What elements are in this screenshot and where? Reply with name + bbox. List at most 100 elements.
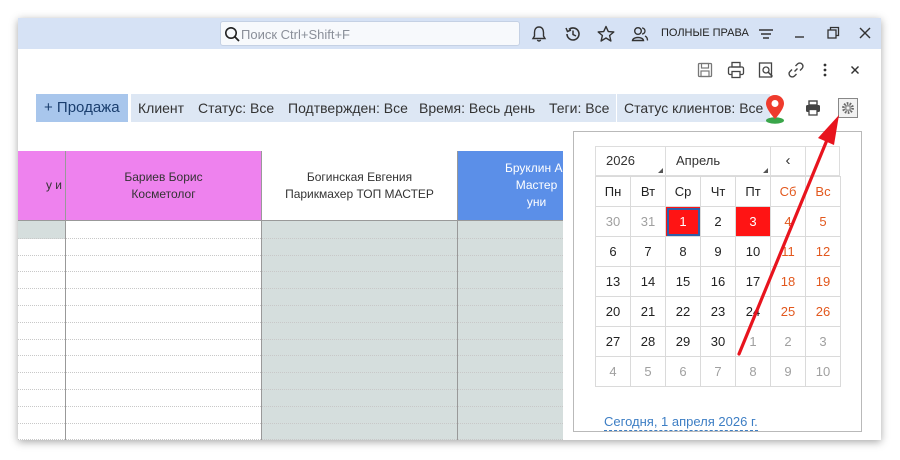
- calendar-day[interactable]: 16: [700, 266, 736, 297]
- calendar-day[interactable]: 5: [630, 356, 666, 387]
- calendar-day[interactable]: 26: [805, 296, 841, 327]
- calendar-day[interactable]: 27: [595, 326, 631, 357]
- grid-slot-line: [18, 389, 563, 390]
- weekday-label: Сб: [770, 176, 806, 207]
- confirmed-filter-button[interactable]: Подтвержден: Все: [281, 94, 415, 122]
- grid-slot-line: [18, 439, 563, 440]
- calendar-day[interactable]: 23: [700, 296, 736, 327]
- calendar-day[interactable]: 8: [735, 356, 771, 387]
- year-value: 2026: [606, 153, 635, 168]
- calendar-grid: Пн Вт Ср Чт Пт Сб Вс 30 31 1 2 3 4 5 6 7…: [595, 176, 841, 387]
- calendar-day[interactable]: 9: [700, 236, 736, 267]
- week-row: 13 14 15 16 17 18 19: [595, 266, 841, 297]
- calendar-panel: 2026 Апрель ‹ Пн Вт Ср Чт Пт Сб Вс 30 31…: [573, 131, 862, 432]
- calendar-day[interactable]: 20: [595, 296, 631, 327]
- calendar-day[interactable]: 30: [595, 206, 631, 237]
- week-row: 30 31 1 2 3 4 5: [595, 206, 841, 237]
- calendar-day[interactable]: 7: [630, 236, 666, 267]
- today-link[interactable]: Сегодня, 1 апреля 2026 г.: [604, 414, 758, 431]
- menu-icon[interactable]: [756, 24, 776, 44]
- close-panel-icon[interactable]: [845, 60, 865, 80]
- previous-month-button[interactable]: ‹: [770, 146, 806, 176]
- grid-slot-line: [18, 237, 563, 239]
- calendar-day[interactable]: 17: [735, 266, 771, 297]
- grid-slot-line: [18, 355, 563, 357]
- search-input[interactable]: Поиск Ctrl+Shift+F: [220, 21, 520, 46]
- staff-column-header[interactable]: Бариев Борис Косметолог: [66, 151, 261, 221]
- staff-column-header[interactable]: у и: [18, 151, 65, 221]
- calendar-day[interactable]: 18: [770, 266, 806, 297]
- calendar-day[interactable]: 7: [700, 356, 736, 387]
- calendar-day[interactable]: 6: [595, 236, 631, 267]
- tags-filter-button[interactable]: Теги: Все: [542, 94, 617, 122]
- grid-slot-line: [18, 405, 563, 407]
- calendar-day[interactable]: 8: [665, 236, 701, 267]
- weekday-label: Ср: [665, 176, 701, 207]
- staff-column-header[interactable]: Богинская Евгения Парикмахер ТОП МАСТЕР: [262, 151, 457, 221]
- calendar-day[interactable]: 22: [665, 296, 701, 327]
- calendar-day[interactable]: 19: [805, 266, 841, 297]
- print-icon[interactable]: [803, 98, 823, 118]
- close-icon[interactable]: [856, 24, 874, 42]
- location-pin-icon[interactable]: [762, 93, 788, 125]
- calendar-day[interactable]: 1: [735, 326, 771, 357]
- staff-column-header[interactable]: Бруклин А Мастер уни: [458, 151, 563, 221]
- calendar-day[interactable]: 6: [665, 356, 701, 387]
- calendar-day[interactable]: 14: [630, 266, 666, 297]
- calendar-day[interactable]: 3: [735, 206, 771, 237]
- year-select[interactable]: 2026: [595, 146, 666, 176]
- calendar-day[interactable]: 4: [770, 206, 806, 237]
- month-select[interactable]: Апрель: [665, 146, 771, 176]
- rights-label[interactable]: ПОЛНЫЕ ПРАВА: [661, 27, 749, 39]
- calendar-day[interactable]: 29: [665, 326, 701, 357]
- add-sale-button[interactable]: + Продажа: [36, 94, 128, 122]
- calendar-day[interactable]: 25: [770, 296, 806, 327]
- calendar-day[interactable]: 10: [735, 236, 771, 267]
- calendar-day-today[interactable]: 1: [665, 206, 701, 237]
- star-icon[interactable]: [596, 24, 616, 44]
- next-month-button[interactable]: [805, 146, 840, 176]
- calendar-day[interactable]: 21: [630, 296, 666, 327]
- staff-name: Бариев Борис: [124, 169, 203, 184]
- week-row: 20 21 22 23 24 25 26: [595, 296, 841, 327]
- restore-icon[interactable]: [824, 24, 842, 42]
- bell-icon[interactable]: [529, 24, 549, 44]
- calendar-day[interactable]: 12: [805, 236, 841, 267]
- save-icon[interactable]: [695, 60, 715, 80]
- grid-slot-line: [18, 422, 563, 424]
- calendar-day[interactable]: 31: [630, 206, 666, 237]
- calendar-day[interactable]: 30: [700, 326, 736, 357]
- grid-slot-line: [18, 321, 563, 323]
- minimize-icon[interactable]: [791, 24, 809, 42]
- link-icon[interactable]: [786, 60, 806, 80]
- calendar-day[interactable]: 5: [805, 206, 841, 237]
- status-filter-button[interactable]: Статус: Все: [191, 94, 282, 122]
- print-icon[interactable]: [726, 60, 746, 80]
- history-icon[interactable]: [563, 24, 583, 44]
- weekday-label: Пт: [735, 176, 771, 207]
- staff-role: Парикмахер ТОП МАСТЕР: [285, 186, 434, 201]
- time-filter-button[interactable]: Время: Весь день: [412, 94, 543, 122]
- calendar-header: 2026 Апрель ‹: [595, 146, 841, 176]
- search-icon: [225, 27, 240, 42]
- calendar-day[interactable]: 24: [735, 296, 771, 327]
- calendar-day[interactable]: 13: [595, 266, 631, 297]
- users-icon[interactable]: [630, 24, 650, 44]
- weekday-label: Чт: [700, 176, 736, 207]
- calendar-day[interactable]: 4: [595, 356, 631, 387]
- calendar-day[interactable]: 2: [770, 326, 806, 357]
- client-filter-button[interactable]: Клиент: [131, 94, 192, 122]
- more-icon[interactable]: [815, 60, 835, 80]
- calendar-day[interactable]: 3: [805, 326, 841, 357]
- settings-button[interactable]: [838, 98, 858, 118]
- print-preview-icon[interactable]: [756, 60, 776, 80]
- calendar: 2026 Апрель ‹ Пн Вт Ср Чт Пт Сб Вс 30 31…: [595, 146, 841, 387]
- calendar-day[interactable]: 15: [665, 266, 701, 297]
- calendar-day[interactable]: 10: [805, 356, 841, 387]
- client-status-filter-button[interactable]: Статус клиентов: Все: [617, 94, 771, 122]
- calendar-day[interactable]: 28: [630, 326, 666, 357]
- calendar-day[interactable]: 9: [770, 356, 806, 387]
- calendar-day[interactable]: 2: [700, 206, 736, 237]
- calendar-day[interactable]: 11: [770, 236, 806, 267]
- grid-slot-line: [18, 372, 563, 374]
